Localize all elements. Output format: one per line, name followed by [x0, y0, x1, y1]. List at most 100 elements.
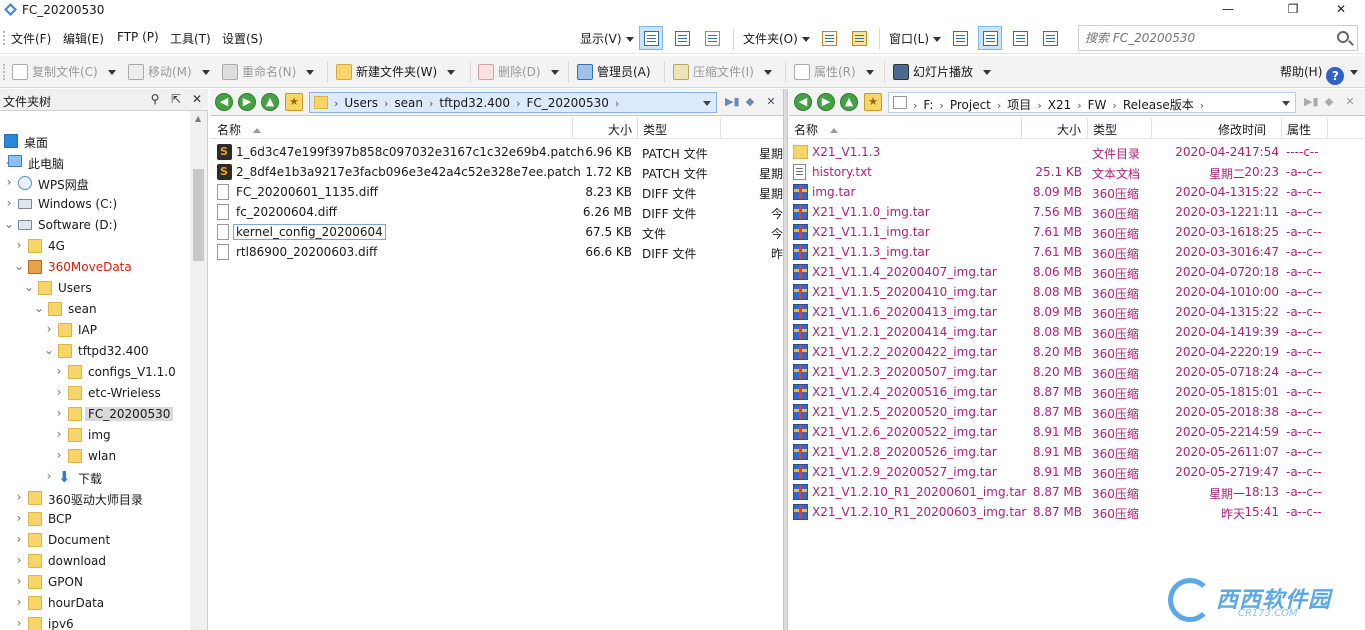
compress-button[interactable]: 压缩文件(I) [673, 63, 772, 80]
chevron-right-icon[interactable]: › [14, 554, 24, 566]
tree-node[interactable]: › BCP [0, 509, 190, 529]
tree-node[interactable]: ⌄ 360MoveData [0, 257, 190, 277]
tree-node[interactable]: › Document [0, 530, 190, 550]
tree-node[interactable]: › etc-Wrieless [0, 383, 190, 403]
file-row[interactable]: X21_V1.1.6_20200413_img.tar 8.09 MB 360压缩 2… [789, 302, 1365, 322]
col-attributes[interactable]: 属性 [1287, 121, 1311, 138]
column-divider[interactable] [1151, 117, 1152, 139]
tree-node[interactable]: › img [0, 425, 190, 445]
column-divider[interactable] [1327, 117, 1328, 139]
breadcrumb-item[interactable]: F: [923, 98, 933, 112]
folder-layout-button-1[interactable] [817, 26, 841, 50]
breadcrumb-item[interactable]: X21 [1048, 98, 1072, 112]
popout-icon[interactable]: ⇱ [170, 93, 182, 105]
close-window-button[interactable]: ✕ [1318, 0, 1364, 20]
tree-node[interactable]: › hourData [0, 593, 190, 613]
move-button[interactable]: 移动(M) [128, 63, 210, 80]
breadcrumb-separator-icon[interactable]: › [429, 97, 433, 110]
file-row[interactable]: 1_6d3c47e199f397b858c097032e3167c1c32e69… [210, 142, 783, 162]
col-modified[interactable]: 修改时间 [1218, 121, 1266, 138]
tree-node[interactable]: ⌄此电脑 [0, 152, 190, 172]
view-thumbnail-button[interactable] [700, 26, 724, 50]
file-row[interactable]: X21_V1.2.9_20200527_img.tar 8.91 MB 360压缩 2… [789, 462, 1365, 482]
layout-single-button[interactable] [948, 26, 972, 50]
copy-files-button[interactable]: 复制文件(C) [12, 63, 116, 80]
properties-button[interactable]: 属性(R) [794, 63, 874, 80]
pane-sync-icon[interactable]: ▶▮ [725, 96, 740, 108]
breadcrumb-item[interactable]: tftpd32.400 [439, 96, 510, 110]
file-row[interactable]: X21_V1.2.5_20200520_img.tar 8.87 MB 360压缩 2… [789, 402, 1365, 422]
chevron-right-icon[interactable]: › [14, 617, 24, 629]
breadcrumb-item[interactable]: FC_20200530 [526, 96, 608, 110]
right-address-bar[interactable]: › F: › Project › 项目 › X21 › FW › Release版本 › [888, 92, 1296, 113]
file-row[interactable]: FC_20200601_1135.diff 8.23 KB DIFF 文件 星期 [210, 182, 783, 202]
chevron-down-icon[interactable]: ⌄ [44, 344, 54, 356]
back-icon[interactable]: ◀ [215, 93, 233, 111]
tree-node[interactable]: 桌面 [0, 131, 190, 151]
tree-node[interactable]: › WPS网盘 [0, 173, 190, 193]
favorites-icon[interactable]: ★ [864, 93, 882, 111]
file-row[interactable]: 2_8df4e1b3a9217e3facb096e3e42a4c52e328e7… [210, 162, 783, 182]
delete-button[interactable]: 删除(D) [478, 63, 559, 80]
chevron-down-icon[interactable]: ⌄ [14, 260, 24, 272]
breadcrumb-separator-icon[interactable]: › [1112, 99, 1116, 112]
chevron-right-icon[interactable]: › [4, 176, 14, 188]
chevron-right-icon[interactable]: › [54, 407, 64, 419]
chevron-right-icon[interactable]: › [14, 533, 24, 545]
tree-node[interactable]: › ipv6 [0, 614, 190, 630]
chevron-down-icon[interactable]: ⌄ [4, 218, 14, 230]
admin-button[interactable]: 管理员(A) [577, 63, 651, 80]
breadcrumb-separator-icon[interactable]: › [615, 97, 619, 110]
chevron-down-icon[interactable]: ⌄ [34, 302, 44, 314]
chevron-right-icon[interactable]: › [54, 365, 64, 377]
breadcrumb-separator-icon[interactable]: › [516, 97, 520, 110]
menu-settings[interactable]: 设置(S) [222, 30, 263, 47]
chevron-right-icon[interactable]: › [14, 575, 24, 587]
menu-tools[interactable]: 工具(T) [170, 30, 211, 47]
search-icon[interactable] [1337, 31, 1349, 43]
menu-edit[interactable]: 编辑(E) [63, 30, 104, 47]
file-row[interactable]: img.tar 8.09 MB 360压缩 2020-04-13 15:22 -a--c-… [789, 182, 1365, 202]
tree-node[interactable]: › wlan [0, 446, 190, 466]
chevron-right-icon[interactable]: › [14, 512, 24, 524]
breadcrumb-separator-icon[interactable]: › [997, 99, 1001, 112]
file-row[interactable]: rtl86900_20200603.diff 66.6 KB DIFF 文件 昨 [210, 242, 783, 262]
breadcrumb-separator-icon[interactable]: › [913, 99, 917, 112]
file-row[interactable]: X21_V1.1.1_img.tar 7.61 MB 360压缩 2020-03-16… [789, 222, 1365, 242]
scrollbar-thumb[interactable] [193, 169, 204, 261]
tree-node[interactable]: › GPON [0, 572, 190, 592]
file-row[interactable]: history.txt 25.1 KB 文本文档 星期二 20:23 -a--c-- [789, 162, 1365, 182]
chevron-right-icon[interactable]: › [14, 491, 24, 503]
rename-button[interactable]: 重命名(N) [222, 63, 315, 80]
tree-node[interactable]: ⌄ Users [0, 278, 190, 298]
col-size[interactable]: 大小 [608, 121, 632, 138]
file-row[interactable]: X21_V1.2.2_20200422_img.tar 8.20 MB 360压缩 2… [789, 342, 1365, 362]
chevron-right-icon[interactable]: › [44, 323, 54, 335]
tree-node[interactable]: › FC_20200530 [0, 404, 190, 424]
column-divider[interactable] [572, 117, 573, 139]
chevron-right-icon[interactable]: › [54, 386, 64, 398]
file-row[interactable]: X21_V1.1.3_img.tar 7.61 MB 360压缩 2020-03-30… [789, 242, 1365, 262]
tree-node[interactable]: › 4G [0, 236, 190, 256]
folder-layout-button-2[interactable] [847, 26, 871, 50]
up-icon[interactable]: ▲ [261, 93, 279, 111]
help-button[interactable]: 帮助(H)? [1280, 63, 1359, 85]
view-details-button[interactable] [639, 26, 663, 50]
file-row[interactable]: X21_V1.1.5_20200410_img.tar 8.08 MB 360压缩 2… [789, 282, 1365, 302]
forward-icon[interactable]: ▶ [817, 93, 835, 111]
close-pane-icon[interactable]: ✕ [765, 96, 777, 108]
menu-folder[interactable]: 文件夹(O) [743, 30, 810, 47]
chevron-right-icon[interactable]: › [14, 596, 24, 608]
file-row[interactable]: X21_V1.2.10_R1_20200601_img.tar 8.87 MB 36… [789, 482, 1365, 502]
breadcrumb-item[interactable]: FW [1088, 98, 1107, 112]
tree-node[interactable]: ⌄ Software (D:) [0, 215, 190, 235]
layout-dual-button[interactable] [978, 26, 1002, 50]
breadcrumb-item[interactable]: sean [394, 96, 423, 110]
layout-tabs-button[interactable] [1038, 26, 1062, 50]
file-row[interactable]: X21_V1.2.6_20200522_img.tar 8.91 MB 360压缩 2… [789, 422, 1365, 442]
breadcrumb-item[interactable]: 项目 [1007, 98, 1031, 112]
breadcrumb-separator-icon[interactable]: › [939, 99, 943, 112]
breadcrumb-item[interactable]: Release版本 [1123, 98, 1194, 112]
menu-window[interactable]: 窗口(L) [889, 30, 942, 47]
chevron-down-icon[interactable] [1282, 101, 1290, 106]
